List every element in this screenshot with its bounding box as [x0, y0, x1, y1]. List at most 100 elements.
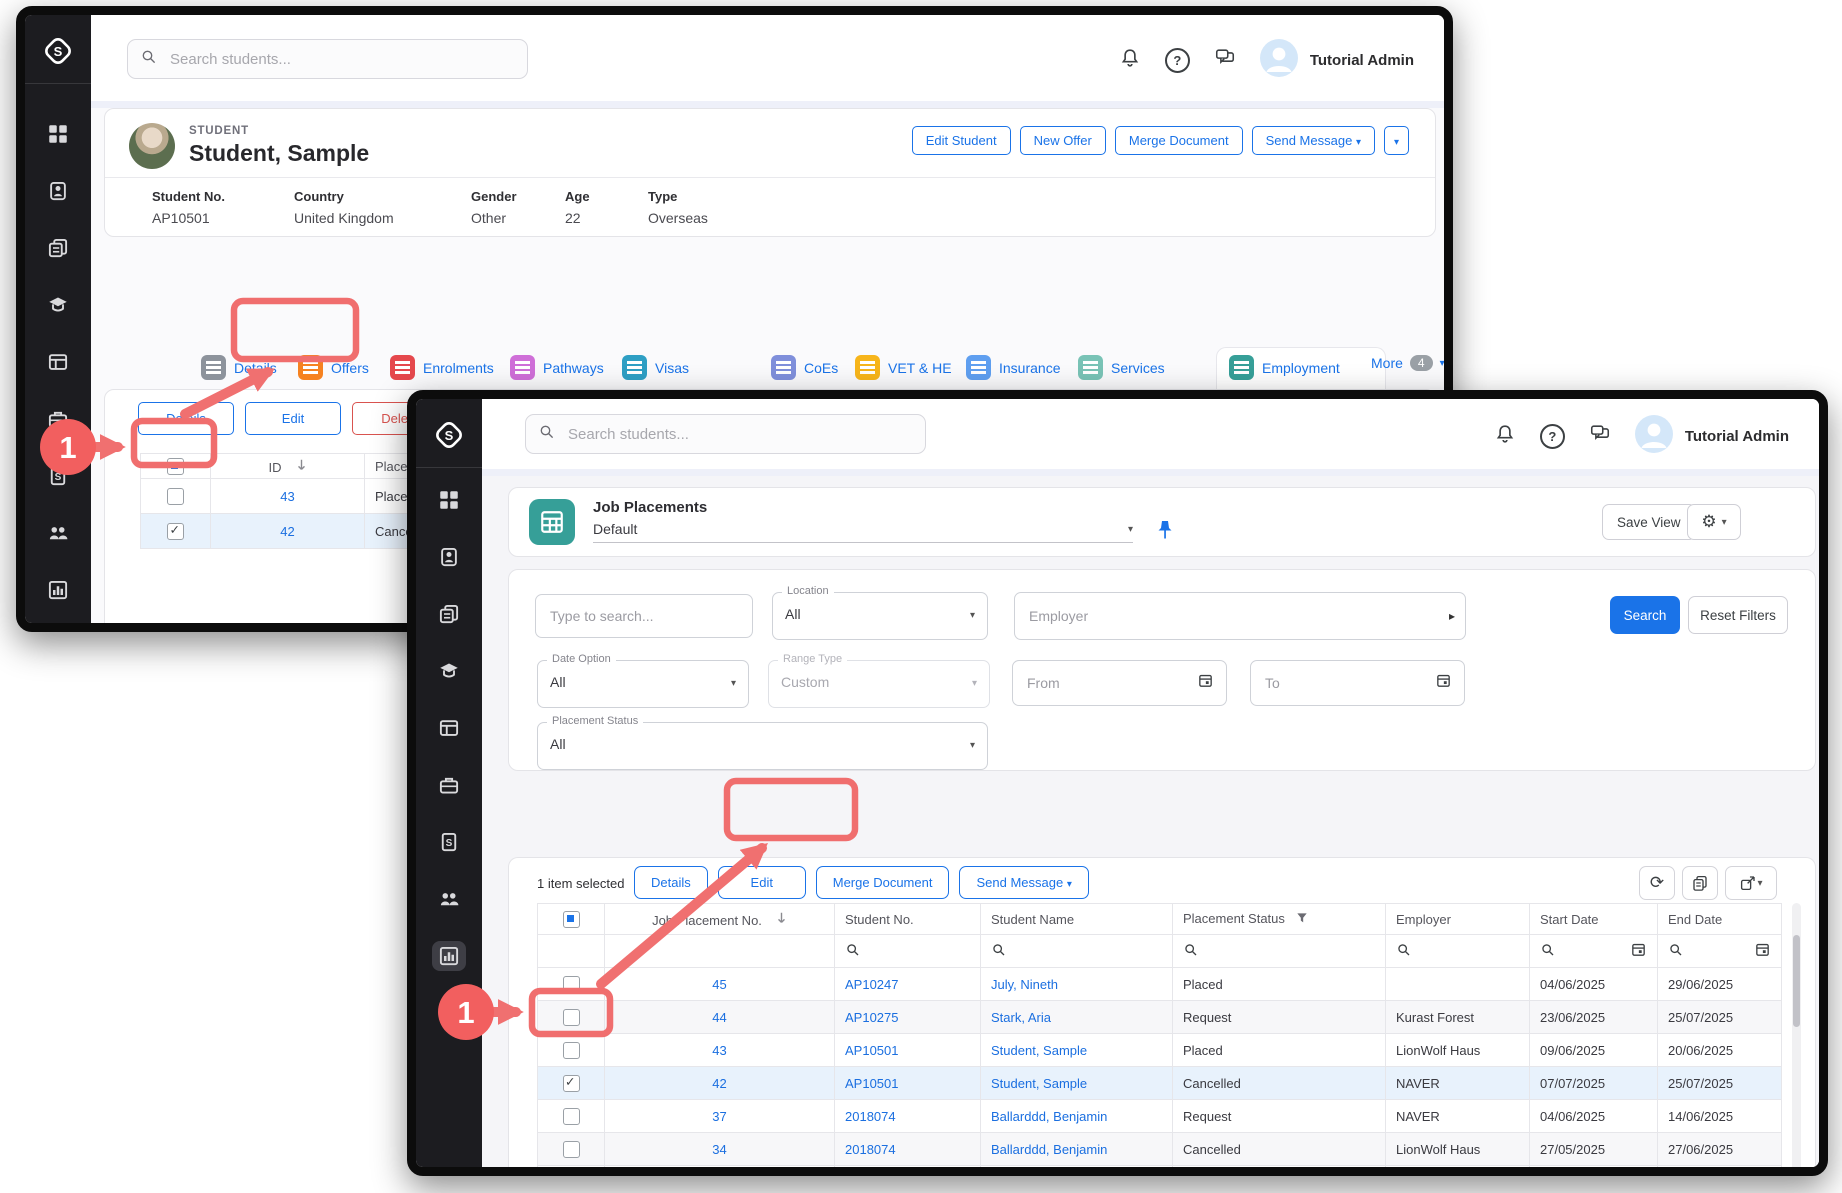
row-checkbox[interactable]	[563, 976, 580, 993]
placement-status-select[interactable]: Placement Status All ▾	[537, 722, 988, 770]
column-header[interactable]: Job Placement No.	[605, 904, 835, 935]
sidebar-item-finance-icon[interactable]: S	[432, 827, 466, 857]
date-option-select[interactable]: Date Option All ▾	[537, 660, 749, 708]
edit-student-button[interactable]: Edit Student	[912, 126, 1011, 155]
column-header[interactable]: Employer	[1386, 904, 1530, 935]
student-name-link[interactable]: July, Nineth	[991, 977, 1058, 992]
student-no-link[interactable]: AP10501	[845, 1076, 899, 1091]
row-checkbox[interactable]	[563, 1141, 580, 1158]
sidebar-item-documents-icon[interactable]	[432, 599, 466, 629]
student-search-box[interactable]	[127, 39, 528, 79]
sidebar-item-agents-icon[interactable]	[41, 518, 75, 548]
placement-no-link[interactable]: 37	[712, 1109, 726, 1124]
calendar-icon[interactable]	[1197, 672, 1214, 694]
merge-document-button[interactable]: Merge Document	[1115, 126, 1243, 155]
employer-input[interactable]	[1027, 607, 1453, 625]
row-checkbox[interactable]	[167, 488, 184, 505]
student-search-box[interactable]	[525, 414, 926, 454]
column-header[interactable]: ID	[211, 454, 365, 479]
tab-vet-he[interactable]: VET & HE	[855, 355, 952, 380]
placement-no-link[interactable]: 45	[712, 977, 726, 992]
edit-button[interactable]: Edit	[718, 866, 806, 899]
user-menu[interactable]: Tutorial Admin	[1635, 415, 1789, 458]
student-name-link[interactable]: Ballarddd, Benjamin	[991, 1142, 1107, 1157]
placement-no-link[interactable]: 34	[712, 1142, 726, 1157]
table-row[interactable]: 44AP10275Stark, AriaRequestKurast Forest…	[538, 1001, 1782, 1034]
from-date-input[interactable]	[1025, 674, 1189, 692]
from-date-field[interactable]	[1012, 660, 1227, 706]
copy-columns-icon[interactable]	[1682, 866, 1718, 900]
sidebar-item-reports-icon[interactable]	[432, 941, 466, 971]
student-no-link[interactable]: AP10247	[845, 977, 899, 992]
placement-no-link[interactable]: 42	[712, 1076, 726, 1091]
column-search-field[interactable]	[1386, 935, 1530, 968]
sidebar-item-layout-icon[interactable]	[432, 713, 466, 743]
table-row[interactable]: 42AP10501Student, SampleCancelledNAVER07…	[538, 1067, 1782, 1100]
column-header[interactable]: Student No.	[835, 904, 981, 935]
calendar-icon[interactable]	[1754, 941, 1771, 961]
notifications-icon[interactable]	[1119, 47, 1141, 74]
column-header[interactable]: Student Name	[981, 904, 1173, 935]
sidebar-item-reports-icon[interactable]	[41, 575, 75, 605]
calendar-icon[interactable]	[1435, 672, 1452, 694]
search-button[interactable]: Search	[1610, 596, 1680, 634]
calendar-icon[interactable]	[1630, 941, 1647, 961]
to-date-field[interactable]	[1250, 660, 1465, 706]
placement-no-link[interactable]: 29	[712, 1175, 726, 1177]
student-name-link[interactable]: Stark, Aria	[991, 1010, 1051, 1025]
student-no-link[interactable]: 0002018108	[845, 1175, 917, 1177]
column-search-field[interactable]	[1173, 935, 1386, 968]
table-row[interactable]: 372018074Ballarddd, BenjaminRequestNAVER…	[538, 1100, 1782, 1133]
tab-employment[interactable]: Employment	[1229, 355, 1340, 380]
column-header[interactable]: End Date	[1658, 904, 1782, 935]
row-checkbox[interactable]	[563, 1009, 580, 1026]
sidebar-item-dashboard-icon[interactable]	[432, 485, 466, 515]
placement-no-link[interactable]: 44	[712, 1010, 726, 1025]
pin-icon[interactable]	[1157, 520, 1173, 545]
row-checkbox[interactable]	[167, 523, 184, 540]
user-menu[interactable]: Tutorial Admin	[1260, 39, 1414, 82]
tab-insurance[interactable]: Insurance	[966, 355, 1060, 380]
placement-id-link[interactable]: 43	[280, 489, 294, 504]
placement-edit-button[interactable]: Edit	[245, 402, 341, 435]
send-message-button[interactable]: Send Message ▾	[959, 866, 1088, 899]
sidebar-item-dashboard-icon[interactable]	[41, 119, 75, 149]
sidebar-item-contacts-icon[interactable]	[41, 176, 75, 206]
app-logo[interactable]: S	[416, 413, 482, 468]
column-search-field[interactable]	[1658, 935, 1782, 968]
app-logo[interactable]: S	[25, 29, 91, 84]
search-input[interactable]	[168, 50, 515, 69]
student-name-link[interactable]: Student, Sample	[991, 1043, 1087, 1058]
export-icon[interactable]: ▾	[1725, 866, 1777, 900]
tab-coes[interactable]: CoEs	[771, 355, 838, 380]
tab-enrolments[interactable]: Enrolments	[390, 355, 494, 380]
notifications-icon[interactable]	[1494, 423, 1516, 450]
sidebar-item-documents-icon[interactable]	[41, 233, 75, 263]
column-header[interactable]: Placement Status	[1173, 904, 1386, 935]
select-all-checkbox[interactable]	[538, 904, 605, 935]
send-message-button[interactable]: Send Message ▾	[1252, 126, 1375, 155]
tab-offers[interactable]: Offers	[298, 355, 369, 380]
to-date-input[interactable]	[1263, 674, 1427, 692]
placement-id-link[interactable]: 42	[280, 524, 294, 539]
keyword-search-input[interactable]	[548, 607, 740, 625]
table-row[interactable]: 290002018108Kristofferson, KrisRequestKu…	[538, 1166, 1782, 1177]
student-name-link[interactable]: Kristofferson, Kris	[991, 1175, 1093, 1177]
student-name-link[interactable]: Ballarddd, Benjamin	[991, 1109, 1107, 1124]
view-select[interactable]: Default▾	[593, 521, 1133, 543]
chat-icon[interactable]	[1589, 423, 1611, 450]
column-search-field[interactable]	[981, 935, 1173, 968]
student-no-link[interactable]: 2018074	[845, 1109, 896, 1124]
sidebar-item-placements-icon[interactable]	[432, 770, 466, 800]
tab-more[interactable]: More4▾	[1371, 355, 1445, 371]
placement-details-button[interactable]: Details	[138, 402, 234, 435]
merge-document-button[interactable]: Merge Document	[816, 866, 950, 899]
sidebar-item-layout-icon[interactable]	[41, 347, 75, 377]
sidebar-item-placements-icon[interactable]	[41, 404, 75, 434]
sidebar-item-education-icon[interactable]	[41, 290, 75, 320]
view-settings-button[interactable]: ⚙▾	[1687, 504, 1741, 540]
sidebar-item-agents-icon[interactable]	[432, 884, 466, 914]
tab-details[interactable]: Details	[201, 355, 277, 380]
row-checkbox[interactable]	[563, 1108, 580, 1125]
select-all-checkbox[interactable]	[141, 454, 211, 479]
